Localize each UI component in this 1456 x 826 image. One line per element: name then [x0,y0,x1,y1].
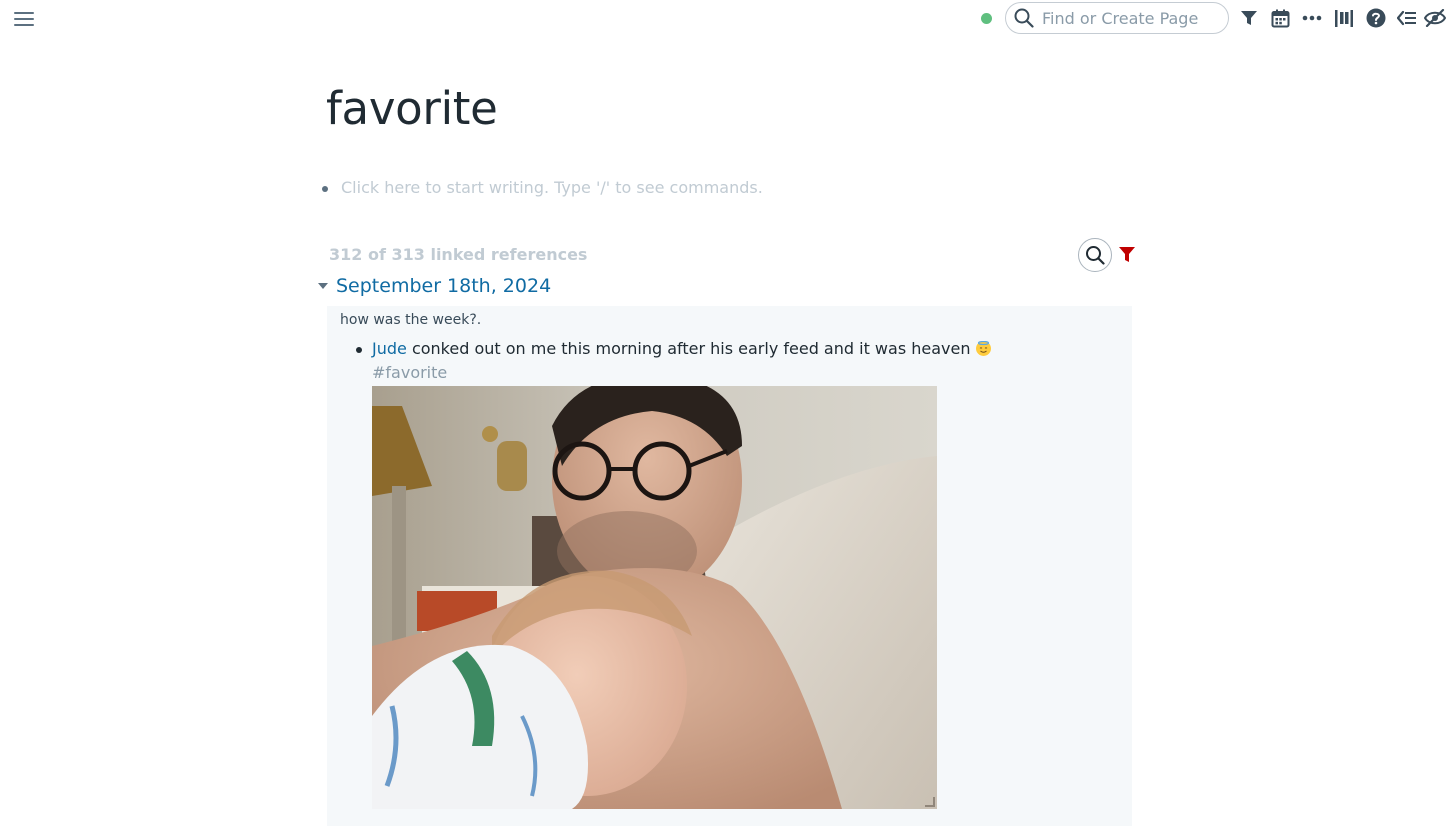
page-link-jude[interactable]: Jude [372,339,407,358]
block-content[interactable]: Jude conked out on me this morning after… [372,339,991,358]
breadcrumb[interactable]: how was the week?. [340,312,481,328]
help-button[interactable] [1365,7,1387,29]
filter-icon [1241,11,1257,25]
more-icon [1302,15,1322,21]
search-icon [1014,8,1034,28]
block-text: conked out on me this morning after his … [406,339,976,358]
image-resize-handle[interactable] [925,797,935,807]
right-sidebar-button[interactable] [1396,7,1418,29]
references-filter-button[interactable] [1117,245,1137,265]
find-or-create-search[interactable] [1005,2,1229,34]
references-search-button[interactable] [1078,238,1112,272]
all-pages-icon [1335,9,1353,27]
linked-references-count: 312 of 313 linked references [329,245,588,264]
eye-slash-icon [1424,9,1446,27]
menu-icon [14,12,34,14]
help-icon [1366,8,1386,28]
search-icon [1086,246,1105,265]
reference-page-link[interactable]: September 18th, 2024 [336,275,551,297]
block-bullet[interactable] [356,347,362,353]
hide-button[interactable] [1424,7,1446,29]
reference-block-card: how was the week?. Jude conked out on me… [327,306,1132,826]
sidebar-outline-icon [1397,10,1416,26]
block-bullet[interactable] [322,186,328,192]
empty-block-placeholder[interactable]: Click here to start writing. Type '/' to… [341,178,763,197]
smiling-face-with-halo-icon [975,341,991,356]
sync-status-icon [981,13,992,24]
calendar-icon [1271,9,1289,27]
filter-icon [1119,247,1135,262]
menu-icon-line [14,18,34,20]
collapse-caret-icon[interactable] [318,283,328,289]
menu-icon-line [14,24,34,26]
tag-favorite[interactable]: #favorite [372,363,447,382]
daily-notes-button[interactable] [1269,7,1291,29]
page-title[interactable]: favorite [326,82,498,135]
more-options-button[interactable] [1301,7,1323,29]
menu-button[interactable] [12,8,36,30]
all-pages-button[interactable] [1333,7,1355,29]
filter-button[interactable] [1238,7,1260,29]
photo-image [372,386,937,809]
search-input[interactable] [1040,7,1224,29]
embedded-photo[interactable] [372,386,937,809]
